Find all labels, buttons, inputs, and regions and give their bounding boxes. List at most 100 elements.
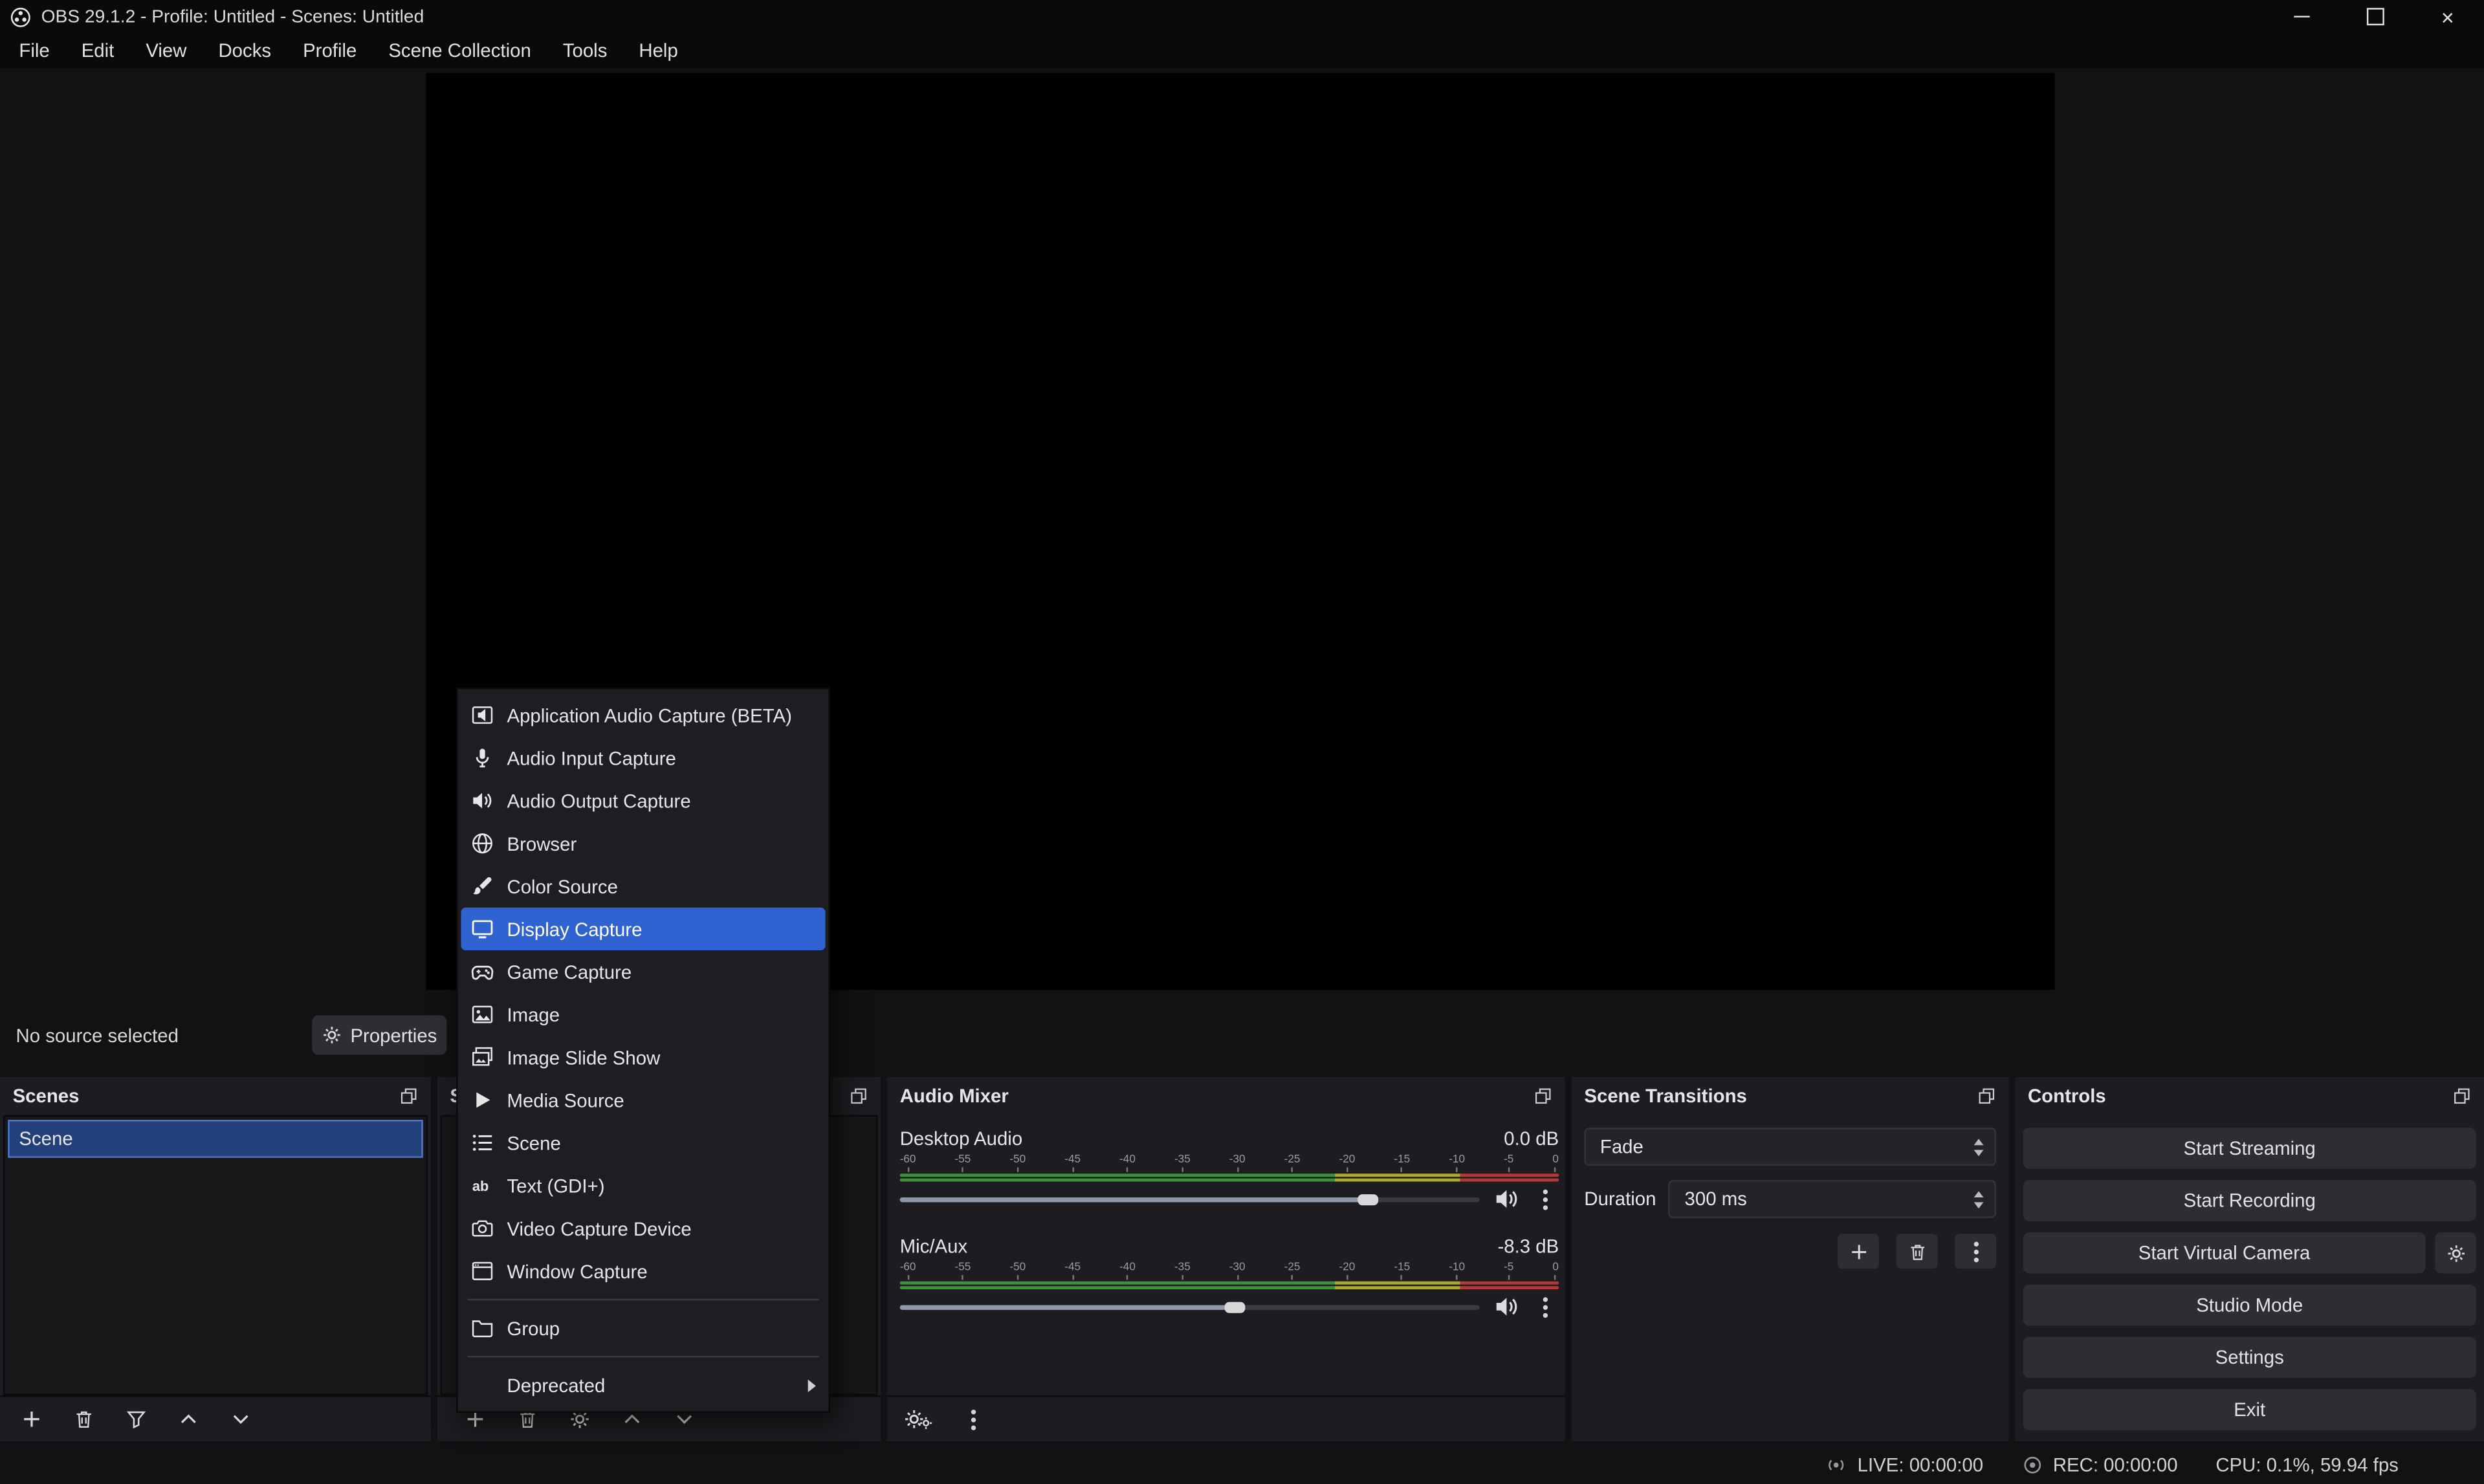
menu-bar: File Edit View Docks Profile Scene Colle… xyxy=(0,33,2484,68)
move-scene-down-button[interactable] xyxy=(228,1406,254,1432)
virtual-camera-settings-button[interactable] xyxy=(2435,1232,2476,1274)
menu-scene-collection[interactable]: Scene Collection xyxy=(373,33,547,68)
speaker-icon[interactable] xyxy=(1494,1294,1519,1319)
minimize-icon xyxy=(2294,16,2309,17)
scene-transitions-dock: Scene Transitions Fade Duration 300 ms xyxy=(1572,1077,2009,1441)
submenu-arrow-icon xyxy=(808,1379,816,1391)
scenes-dock-title: Scenes xyxy=(13,1085,80,1107)
menu-item-window-capture[interactable]: Window Capture xyxy=(461,1250,825,1293)
menu-file[interactable]: File xyxy=(3,33,65,68)
menu-item-game-capture[interactable]: Game Capture xyxy=(461,950,825,993)
image-icon xyxy=(470,1003,494,1027)
mixer-channel-desktop-audio: Desktop Audio 0.0 dB -60 -55 -50 -45 -40… xyxy=(900,1124,1559,1212)
properties-button[interactable]: Properties xyxy=(312,1015,446,1054)
start-recording-button[interactable]: Start Recording xyxy=(2023,1180,2476,1221)
popout-icon[interactable] xyxy=(1977,1087,1996,1106)
menu-view[interactable]: View xyxy=(130,33,203,68)
transition-options-kebab[interactable] xyxy=(1955,1234,1996,1269)
close-button[interactable]: × xyxy=(2411,0,2484,33)
scene-filters-button[interactable] xyxy=(124,1406,149,1432)
advanced-audio-properties-icon[interactable] xyxy=(903,1408,934,1430)
rec-time: REC: 00:00:00 xyxy=(2053,1454,2178,1476)
menu-item-browser[interactable]: Browser xyxy=(461,822,825,865)
status-bar: LIVE: 00:00:00 REC: 00:00:00 CPU: 0.1%, … xyxy=(0,1446,2484,1484)
menu-item-text-gdi[interactable]: ab Text (GDI+) xyxy=(461,1164,825,1207)
transition-select[interactable]: Fade xyxy=(1584,1128,1996,1166)
exit-button[interactable]: Exit xyxy=(2023,1389,2476,1430)
maximize-button[interactable] xyxy=(2338,0,2412,33)
studio-mode-button[interactable]: Studio Mode xyxy=(2023,1285,2476,1326)
popout-icon[interactable] xyxy=(399,1087,418,1106)
cpu-fps-stats: CPU: 0.1%, 59.94 fps xyxy=(2215,1454,2399,1476)
live-status-icon xyxy=(1826,1454,1848,1476)
menu-item-group[interactable]: Group xyxy=(461,1307,825,1349)
window-icon xyxy=(470,1259,494,1283)
gear-icon xyxy=(2445,1243,2466,1263)
scenes-dock: Scenes Scene xyxy=(0,1077,431,1441)
text-icon: ab xyxy=(470,1173,494,1197)
remove-transition-button[interactable] xyxy=(1896,1234,1938,1269)
menu-item-video-capture-device[interactable]: Video Capture Device xyxy=(461,1207,825,1250)
menu-item-scene[interactable]: Scene xyxy=(461,1121,825,1164)
mixer-options-kebab[interactable] xyxy=(962,1409,984,1430)
folder-icon xyxy=(470,1316,494,1340)
microphone-icon xyxy=(470,746,494,770)
start-streaming-button[interactable]: Start Streaming xyxy=(2023,1128,2476,1169)
menu-tools[interactable]: Tools xyxy=(547,33,623,68)
menu-item-application-audio-capture[interactable]: Application Audio Capture (BETA) xyxy=(461,693,825,736)
channel-name: Desktop Audio xyxy=(900,1127,1022,1149)
add-scene-button[interactable] xyxy=(19,1406,44,1432)
transitions-dock-title: Scene Transitions xyxy=(1584,1085,1746,1107)
menu-item-image-slide-show[interactable]: Image Slide Show xyxy=(461,1036,825,1078)
channel-options-kebab[interactable] xyxy=(1533,1296,1555,1317)
application-audio-capture-icon xyxy=(470,703,494,727)
spinner-arrows-icon[interactable] xyxy=(1974,1190,1984,1208)
settings-button[interactable]: Settings xyxy=(2023,1337,2476,1378)
menu-edit[interactable]: Edit xyxy=(65,33,130,68)
globe-icon xyxy=(470,831,494,855)
meter-scale: -60 -55 -50 -45 -40 -35 -30 -25 -20 -15 … xyxy=(900,1262,1559,1280)
channel-options-kebab[interactable] xyxy=(1533,1189,1555,1210)
duration-input[interactable]: 300 ms xyxy=(1669,1180,1996,1218)
paint-brush-icon xyxy=(470,875,494,899)
menu-item-deprecated[interactable]: Deprecated xyxy=(461,1364,825,1406)
scenes-toolbar xyxy=(0,1395,431,1441)
obs-logo-icon xyxy=(10,6,32,28)
duration-label: Duration xyxy=(1584,1188,1656,1210)
speaker-icon[interactable] xyxy=(1494,1186,1519,1212)
add-source-menu: Application Audio Capture (BETA) Audio I… xyxy=(456,688,830,1413)
menu-item-audio-input-capture[interactable]: Audio Input Capture xyxy=(461,737,825,780)
add-transition-button[interactable] xyxy=(1838,1234,1879,1269)
meter-scale: -60 -55 -50 -45 -40 -35 -30 -25 -20 -15 … xyxy=(900,1155,1559,1172)
menu-item-audio-output-capture[interactable]: Audio Output Capture xyxy=(461,780,825,822)
start-virtual-camera-button[interactable]: Start Virtual Camera xyxy=(2023,1232,2426,1274)
menu-item-color-source[interactable]: Color Source xyxy=(461,865,825,908)
live-time: LIVE: 00:00:00 xyxy=(1858,1454,1983,1476)
popout-icon[interactable] xyxy=(849,1087,868,1106)
menu-item-media-source[interactable]: Media Source xyxy=(461,1078,825,1121)
volume-slider[interactable] xyxy=(900,1189,1480,1210)
minimize-button[interactable] xyxy=(2265,0,2338,33)
scene-list-item[interactable]: Scene xyxy=(8,1120,423,1158)
remove-scene-button[interactable] xyxy=(71,1406,96,1432)
menu-profile[interactable]: Profile xyxy=(287,33,373,68)
move-scene-up-button[interactable] xyxy=(176,1406,201,1432)
menu-item-display-capture[interactable]: Display Capture xyxy=(461,908,825,950)
svg-text:ab: ab xyxy=(472,1178,489,1194)
menu-docks[interactable]: Docks xyxy=(203,33,287,68)
maximize-icon xyxy=(2366,8,2384,25)
menu-item-image[interactable]: Image xyxy=(461,993,825,1036)
monitor-icon xyxy=(470,917,494,941)
titlebar: OBS 29.1.2 - Profile: Untitled - Scenes:… xyxy=(0,0,2484,33)
list-icon xyxy=(470,1131,494,1155)
play-icon xyxy=(470,1088,494,1112)
popout-icon[interactable] xyxy=(1533,1087,1552,1106)
level-meter xyxy=(900,1173,1559,1181)
popout-icon[interactable] xyxy=(2452,1087,2471,1106)
speaker-waves-icon xyxy=(470,789,494,813)
volume-slider[interactable] xyxy=(900,1296,1480,1317)
channel-name: Mic/Aux xyxy=(900,1235,968,1257)
channel-volume-db: 0.0 dB xyxy=(1504,1127,1559,1149)
menu-help[interactable]: Help xyxy=(623,33,694,68)
window-title: OBS 29.1.2 - Profile: Untitled - Scenes:… xyxy=(41,7,424,26)
